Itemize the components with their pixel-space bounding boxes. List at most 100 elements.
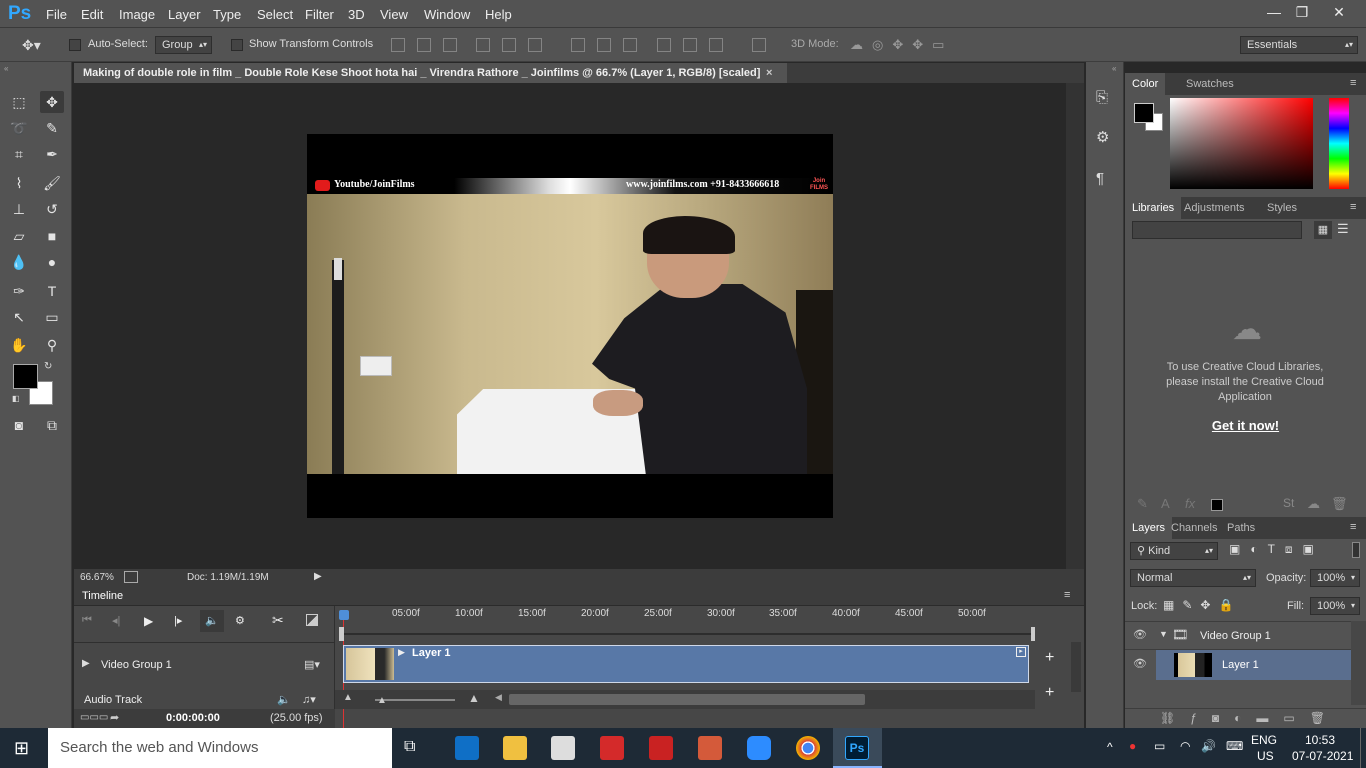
wifi-icon[interactable]: ◠ — [1180, 739, 1190, 753]
region-label[interactable]: US — [1257, 749, 1274, 763]
auto-align-icon[interactable] — [752, 38, 766, 52]
close-document-icon[interactable]: × — [766, 63, 772, 83]
lasso-tool-icon[interactable]: ➰ — [7, 117, 31, 139]
visibility-eye-icon[interactable]: 👁 — [1133, 657, 1147, 670]
playhead-icon[interactable] — [339, 610, 349, 620]
move-tool-preset-icon[interactable]: ✥▾ — [22, 37, 41, 54]
align-right-icon[interactable] — [528, 38, 542, 52]
layer-row-group[interactable]: 👁 ▼ 🎞 Video Group 1 — [1125, 621, 1351, 649]
history-brush-tool-icon[interactable]: ↺ — [40, 198, 64, 220]
3d-mode-icons[interactable]: ☁◎✥✥▭ — [850, 37, 953, 53]
convert-to-frame-icon[interactable]: ▭▭▭ — [80, 712, 108, 723]
timeline-ruler[interactable]: 05:00f 10:00f 15:00f 20:00f 25:00f 30:00… — [335, 606, 1036, 728]
clip-menu-icon[interactable]: ▸ — [1016, 647, 1026, 657]
distribute-vcenter-icon[interactable] — [597, 38, 611, 52]
workspace-dropdown[interactable]: Essentials ▴▾ — [1240, 36, 1358, 54]
dodge-tool-icon[interactable]: ● — [40, 251, 64, 273]
filter-toggle[interactable] — [1352, 542, 1360, 558]
distribute-right-icon[interactable] — [709, 38, 723, 52]
zoom-slider-thumb[interactable]: ▲ — [377, 695, 387, 706]
tab-paths[interactable]: Paths — [1220, 517, 1262, 539]
color-panel-menu-icon[interactable]: ≡ — [1350, 77, 1356, 89]
layer-row-layer1[interactable]: 👁 Layer 1 — [1125, 649, 1351, 680]
show-desktop-button[interactable] — [1360, 728, 1366, 768]
timeline-horizontal-scrollbar[interactable] — [509, 694, 865, 705]
layers-scrollbar[interactable] — [1351, 621, 1366, 705]
zoom-app-icon[interactable] — [747, 736, 771, 760]
menu-window[interactable]: Window — [424, 7, 470, 22]
eyedropper-tool-icon[interactable]: ✒ — [40, 143, 64, 165]
status-menu-arrow-icon[interactable]: ▶ — [314, 571, 322, 582]
timeline-vertical-scrollbar[interactable] — [1071, 642, 1081, 692]
next-frame-icon[interactable]: |▸ — [174, 614, 182, 627]
path-select-tool-icon[interactable]: ↖ — [7, 306, 31, 328]
menu-image[interactable]: Image — [119, 7, 155, 22]
character-panel-icon[interactable]: ¶ — [1096, 170, 1104, 187]
store-icon[interactable] — [551, 736, 575, 760]
chrome-icon[interactable] — [796, 736, 820, 760]
menu-filter[interactable]: Filter — [305, 7, 334, 22]
tab-channels[interactable]: Channels — [1164, 517, 1224, 539]
add-media-icon[interactable]: + — [1045, 649, 1054, 667]
clone-stamp-tool-icon[interactable]: ⊥ — [7, 198, 31, 220]
document-tab[interactable]: Making of double role in film _ Double R… — [74, 63, 787, 83]
language-label[interactable]: ENG — [1251, 733, 1277, 747]
canvas-vertical-scrollbar[interactable] — [1066, 83, 1084, 569]
photoshop-taskbar-icon[interactable]: Ps — [845, 736, 869, 760]
menu-help[interactable]: Help — [485, 7, 512, 22]
antivirus-icon[interactable]: ● — [1129, 739, 1136, 753]
list-view-icon[interactable]: ☰ — [1337, 221, 1349, 237]
edge-icon[interactable] — [455, 736, 479, 760]
healing-brush-tool-icon[interactable]: ⌇ — [7, 172, 31, 194]
pen-tool-icon[interactable]: ✑ — [7, 280, 31, 302]
distribute-hcenter-icon[interactable] — [683, 38, 697, 52]
layers-footer-icons[interactable]: ⛓ƒ◙◐▬▭🗑 — [1160, 711, 1340, 725]
add-graphic-icon[interactable]: ✎ — [1137, 496, 1148, 512]
opacity-input[interactable]: 100% ▾ — [1310, 569, 1360, 587]
render-video-icon[interactable]: ➦ — [110, 711, 119, 724]
sync-icon[interactable]: ☁ — [1307, 496, 1320, 512]
lock-icons[interactable]: ▦✎✥🔒 — [1163, 598, 1241, 612]
align-left-icon[interactable] — [476, 38, 490, 52]
expand-group-icon[interactable]: ▶ — [82, 658, 90, 669]
tab-color[interactable]: Color — [1125, 73, 1166, 95]
zoom-slider-track[interactable] — [375, 699, 455, 701]
layer-filter-icons[interactable]: ▣◐T⧈▣ — [1229, 542, 1324, 557]
menu-layer[interactable]: Layer — [168, 7, 201, 22]
distribute-top-icon[interactable] — [571, 38, 585, 52]
show-transform-checkbox[interactable] — [231, 39, 243, 51]
stock-icon[interactable]: St — [1283, 496, 1294, 510]
zoom-in-icon[interactable]: ▲ — [468, 691, 480, 705]
timeline-menu-icon[interactable]: ≡ — [1064, 589, 1070, 601]
align-hcenter-icon[interactable] — [502, 38, 516, 52]
visibility-eye-icon[interactable]: 👁 — [1133, 628, 1147, 641]
mute-audio-icon[interactable]: 🔈 — [200, 610, 224, 632]
expand-dock-icon[interactable]: « — [1112, 64, 1116, 73]
share-icon[interactable] — [124, 571, 138, 583]
zoom-out-icon[interactable]: ▲ — [343, 692, 353, 703]
tab-adjustments[interactable]: Adjustments — [1177, 197, 1252, 219]
layer-filter-dropdown[interactable]: ⚲ Kind ▴▾ — [1130, 542, 1218, 560]
collapse-panel-icon[interactable]: « — [4, 64, 8, 73]
menu-type[interactable]: Type — [213, 7, 241, 22]
tab-swatches[interactable]: Swatches — [1179, 73, 1241, 95]
eraser-tool-icon[interactable]: ▱ — [7, 225, 31, 247]
transition-icon[interactable] — [306, 614, 318, 626]
auto-select-checkbox[interactable] — [69, 39, 81, 51]
quick-mask-icon[interactable]: ◙ — [7, 414, 31, 436]
get-it-now-link[interactable]: Get it now! — [1125, 418, 1366, 433]
add-character-style-icon[interactable]: A — [1161, 496, 1170, 511]
battery-icon[interactable]: ▭ — [1154, 739, 1165, 753]
close-button[interactable]: ✕ — [1324, 2, 1354, 22]
taskbar-search-box[interactable]: Search the web and Windows — [48, 728, 392, 768]
color-spectrum-field[interactable] — [1170, 98, 1313, 189]
scroll-left-icon[interactable]: ◀ — [495, 692, 502, 703]
menu-edit[interactable]: Edit — [81, 7, 103, 22]
menu-view[interactable]: View — [380, 7, 408, 22]
add-audio-icon[interactable]: + — [1045, 684, 1054, 702]
add-color-icon[interactable] — [1211, 499, 1223, 511]
menu-select[interactable]: Select — [257, 7, 293, 22]
split-at-playhead-icon[interactable]: ✂ — [272, 612, 284, 629]
audio-mute-icon[interactable]: 🔈 — [277, 693, 291, 706]
document-image[interactable]: Youtube/JoinFilms www.joinfilms.com +91-… — [307, 134, 833, 518]
